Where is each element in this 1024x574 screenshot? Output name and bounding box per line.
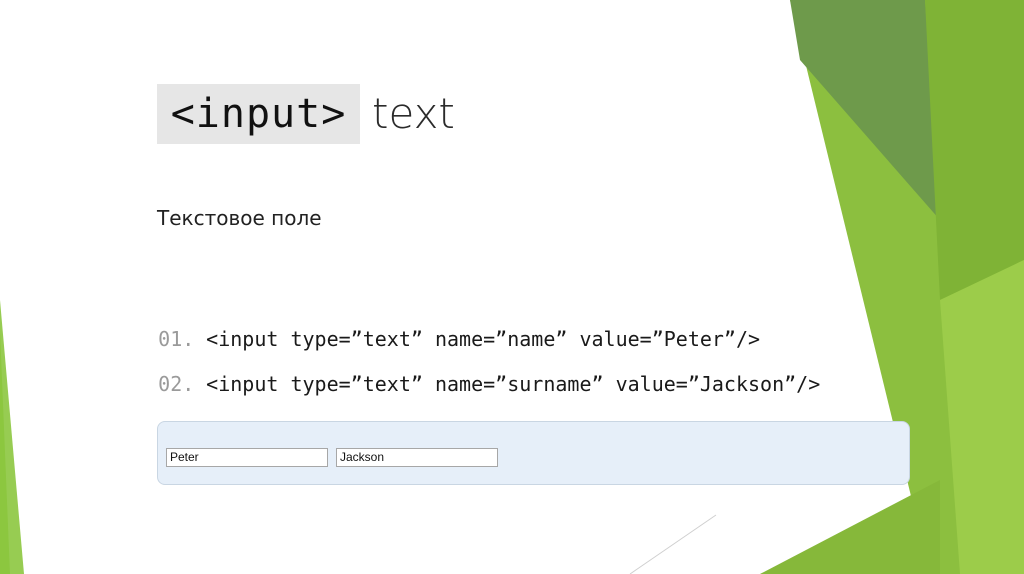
code-text: <input type=”text” name=”surname” value=… <box>206 372 821 396</box>
slide-card: <input> text Текстовое поле 01. <input ty… <box>0 0 940 574</box>
title-code-tag: <input> <box>157 84 360 144</box>
code-line-1: 01. <input type=”text” name=”name” value=… <box>110 294 760 351</box>
title-text: text <box>372 89 455 138</box>
demo-surname-input[interactable]: Jackson <box>336 448 498 467</box>
subtitle: Текстовое поле <box>157 206 322 230</box>
demo-name-input[interactable]: Peter <box>166 448 328 467</box>
demo-box: Peter Jackson <box>157 421 910 485</box>
code-line-2: 02. <input type=”text” name=”surname” val… <box>110 339 820 396</box>
line-number: 02. <box>158 372 195 396</box>
